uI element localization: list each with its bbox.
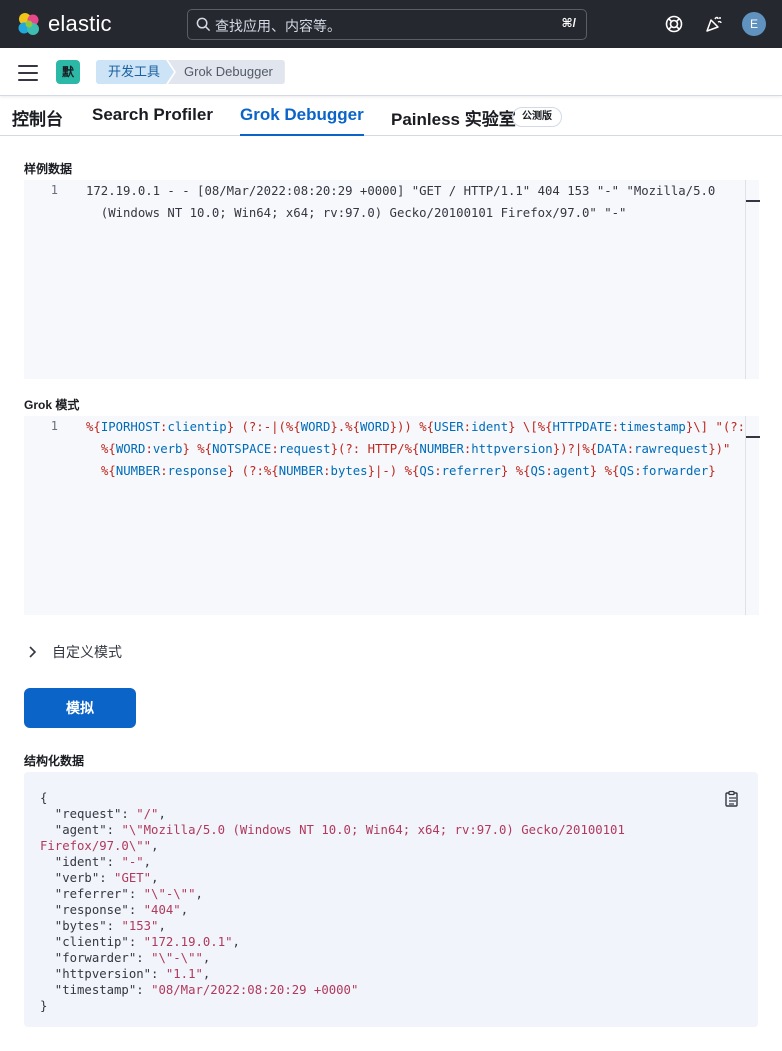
- breadcrumb-grok-debugger: Grok Debugger: [168, 60, 285, 84]
- menu-toggle-icon[interactable]: [18, 65, 38, 81]
- scroll-marker: [746, 200, 760, 202]
- search-placeholder: 查找应用、内容等。: [215, 18, 341, 34]
- editor-scrollbar[interactable]: [745, 416, 760, 615]
- brand-name[interactable]: elastic: [48, 11, 112, 37]
- search-icon: [196, 17, 211, 32]
- structured-data-output: { "request": "/", "agent": "\"Mozilla/5.…: [24, 772, 758, 1027]
- grok-pattern-editor[interactable]: 1 %{IPORHOST:clientip} (?:-|(%{WORD}.%{W…: [24, 416, 760, 615]
- scroll-marker: [746, 436, 760, 438]
- search-shortcut: ⌘/: [561, 16, 576, 30]
- grok-pattern-label: Grok 模式: [24, 398, 80, 412]
- sample-line: (Windows NT 10.0; Win64; x64; rv:97.0) G…: [86, 206, 627, 220]
- tab-painless-lab[interactable]: Painless 实验室: [391, 105, 516, 136]
- editor-scrollbar[interactable]: [745, 180, 760, 379]
- global-header: elastic 查找应用、内容等。 ⌘/ E: [0, 0, 782, 48]
- user-avatar[interactable]: E: [742, 12, 766, 36]
- line-number: 1: [50, 183, 58, 197]
- global-search-input[interactable]: 查找应用、内容等。 ⌘/: [187, 9, 587, 40]
- copy-clipboard-icon[interactable]: [723, 790, 741, 808]
- beta-badge: 公测版: [512, 107, 562, 127]
- elastic-logo-icon[interactable]: [16, 11, 42, 37]
- structured-json: { "request": "/", "agent": "\"Mozilla/5.…: [40, 791, 625, 1013]
- tab-grok-debugger[interactable]: Grok Debugger: [240, 105, 364, 136]
- grok-line: %{WORD:verb} %{NOTSPACE:request}(?: HTTP…: [101, 442, 738, 456]
- space-badge[interactable]: 默: [56, 60, 80, 84]
- dev-tools-tabs: 控制台 Search Profiler Grok Debugger Painle…: [0, 97, 782, 136]
- sample-data-text: 172.19.0.1 - - [08/Mar/2022:08:20:29 +00…: [86, 180, 736, 224]
- structured-data-label: 结构化数据: [24, 754, 85, 768]
- simulate-button[interactable]: 模拟: [24, 688, 136, 728]
- sample-data-editor[interactable]: 1 172.19.0.1 - - [08/Mar/2022:08:20:29 +…: [24, 180, 760, 379]
- help-icon[interactable]: [664, 14, 684, 34]
- grok-line: %{NUMBER:response} (?:%{NUMBER:bytes}|-)…: [101, 464, 716, 478]
- line-number: 1: [50, 419, 58, 433]
- tab-search-profiler[interactable]: Search Profiler: [92, 105, 213, 136]
- breadcrumb-dev-tools[interactable]: 开发工具: [96, 60, 174, 84]
- custom-patterns-label: 自定义模式: [52, 644, 122, 660]
- sample-line: 172.19.0.1 - - [08/Mar/2022:08:20:29 +00…: [86, 184, 716, 198]
- grok-pattern-text: %{IPORHOST:clientip} (?:-|(%{WORD}.%{WOR…: [86, 416, 746, 482]
- custom-patterns-accordion[interactable]: 自定义模式: [24, 642, 122, 662]
- sample-data-label: 样例数据: [24, 162, 73, 176]
- tab-console[interactable]: 控制台: [12, 105, 63, 136]
- chevron-right-icon: [29, 646, 37, 658]
- grok-line: %{IPORHOST:clientip} (?:-|(%{WORD}.%{WOR…: [86, 420, 746, 434]
- news-feed-icon[interactable]: [704, 14, 724, 34]
